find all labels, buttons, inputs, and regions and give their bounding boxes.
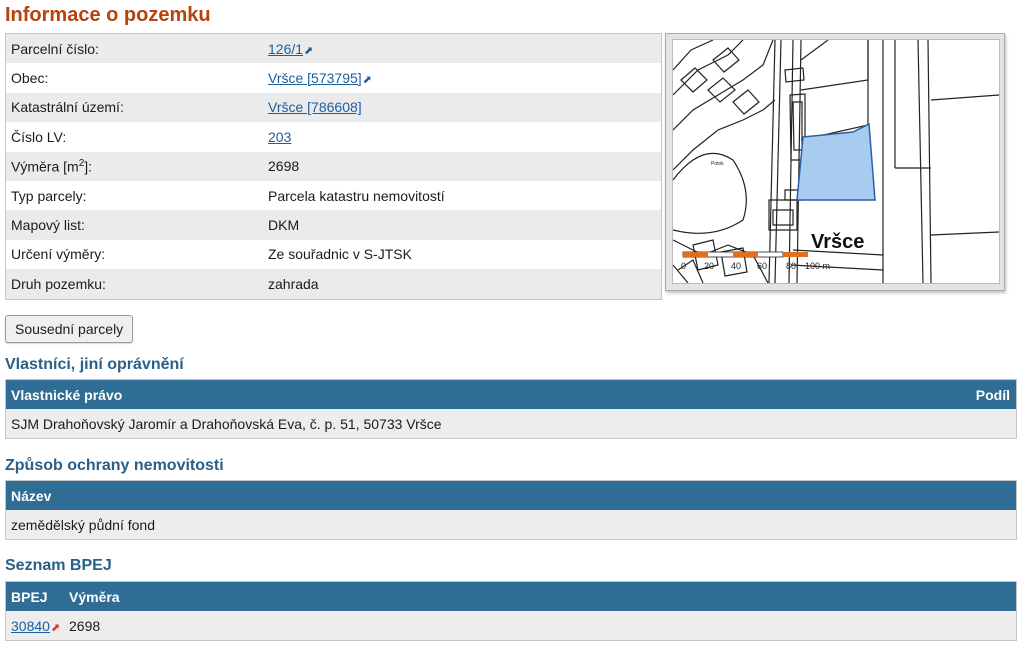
info-label: Parcelní číslo: <box>11 40 99 57</box>
bpej-section-title: Seznam BPEJ <box>5 557 112 574</box>
owner-name: SJM Drahoňovský Jaromír a Drahoňovská Ev… <box>11 415 442 432</box>
protection-table-header: Název <box>6 481 1016 510</box>
info-value: Parcela katastru nemovitostí <box>268 187 445 204</box>
info-label: Mapový list: <box>11 217 85 234</box>
info-label: Obec: <box>11 70 49 87</box>
info-row-parcel-number: Parcelní číslo: 126/1⬈ <box>6 34 661 64</box>
column-header-share: Podíl <box>975 386 1010 403</box>
selected-parcel[interactable] <box>796 122 876 201</box>
area-label-end: ]: <box>84 158 93 175</box>
info-value: Ze souřadnic v S-JTSK <box>268 246 412 263</box>
info-label: Typ parcely: <box>11 187 87 204</box>
info-label: Určení výměry: <box>11 246 106 263</box>
neighbor-parcels-button[interactable]: Sousední parcely <box>5 315 134 343</box>
info-row-parcel-type: Typ parcely: Parcela katastru nemovitost… <box>6 181 661 210</box>
info-row-map-sheet: Mapový list: DKM <box>6 210 661 240</box>
table-row: zemědělský půdní fond <box>6 510 1016 539</box>
protection-name: zemědělský půdní fond <box>11 516 155 533</box>
bpej-code-cell: 30840⬈ <box>6 618 64 634</box>
bpej-code-link[interactable]: 30840 <box>11 618 50 634</box>
info-value: DKM <box>268 217 300 234</box>
scale-label: 100 m <box>805 261 830 271</box>
scale-label: 0 <box>681 261 686 271</box>
info-row-area-determination: Určení výměry: Ze souřadnic v S-JTSK <box>6 240 661 269</box>
area-label-text: Výměra [m <box>11 158 79 175</box>
cadastral-area-link[interactable]: Vršce [786608] <box>268 99 362 115</box>
scale-bar: 0 20 40 60 80 100 m <box>681 251 830 271</box>
map-place-label: Vršce <box>811 231 864 253</box>
owners-table-header: Vlastnické právo Podíl <box>6 380 1016 409</box>
owners-table: Vlastnické právo Podíl SJM Drahoňovský J… <box>5 379 1017 439</box>
table-row: 30840⬈ 2698 <box>6 611 1016 640</box>
external-link-icon[interactable]: ⬈ <box>363 74 372 86</box>
cadastral-map[interactable]: Potok Vršce 0 20 40 60 80 100 m <box>672 39 1000 284</box>
municipality-link[interactable]: Vršce [573795] <box>268 70 362 86</box>
parcel-number-link[interactable]: 126/1 <box>268 41 303 57</box>
column-header-ownership: Vlastnické právo <box>11 386 123 403</box>
info-label: Druh pozemku: <box>11 275 106 292</box>
protection-section-title: Způsob ochrany nemovitosti <box>5 457 224 474</box>
info-label: Výměra [m2]: <box>6 158 268 175</box>
protection-table: Název zemědělský půdní fond <box>5 480 1017 540</box>
scale-label: 40 <box>731 261 741 271</box>
owners-section-title: Vlastníci, jiní oprávnění <box>5 356 184 373</box>
info-row-lv-number: Číslo LV: 203 <box>6 122 661 151</box>
bpej-table-header: BPEJ Výměra <box>6 582 1016 611</box>
bpej-area: 2698 <box>69 617 101 634</box>
bpej-table: BPEJ Výměra 30840⬈ 2698 <box>5 581 1017 641</box>
external-link-icon[interactable]: ⬈ <box>304 45 313 57</box>
external-link-icon[interactable]: ⬈ <box>51 622 60 634</box>
cadastral-map-drawing: Potok Vršce 0 20 40 60 80 100 m <box>673 40 999 283</box>
info-row-land-type: Druh pozemku: zahrada <box>6 269 661 299</box>
svg-text:Potok: Potok <box>711 161 724 167</box>
info-value: 2698 <box>268 158 300 175</box>
scale-label: 20 <box>704 261 714 271</box>
info-label: Číslo LV: <box>11 128 67 145</box>
column-header-name: Název <box>11 487 52 504</box>
table-row: SJM Drahoňovský Jaromír a Drahoňovská Ev… <box>6 409 1016 438</box>
lv-number-link[interactable]: 203 <box>268 129 291 145</box>
column-header-area: Výměra <box>69 588 120 605</box>
info-row-cadastral-area: Katastrální území: Vršce [786608] <box>6 92 661 123</box>
page-title: Informace o pozemku <box>5 4 211 26</box>
info-row-municipality: Obec: Vršce [573795]⬈ <box>6 63 661 92</box>
info-label: Katastrální území: <box>11 99 124 116</box>
info-row-area: Výměra [m2]: 2698 <box>6 151 661 181</box>
scale-label: 60 <box>757 261 767 271</box>
column-header-bpej: BPEJ <box>11 588 48 605</box>
scale-label: 80 <box>786 261 796 271</box>
parcel-info-table: Parcelní číslo: 126/1⬈ Obec: Vršce [5737… <box>5 33 662 300</box>
info-value: zahrada <box>268 275 319 292</box>
map-preview[interactable]: Potok Vršce 0 20 40 60 80 100 m <box>665 33 1005 291</box>
